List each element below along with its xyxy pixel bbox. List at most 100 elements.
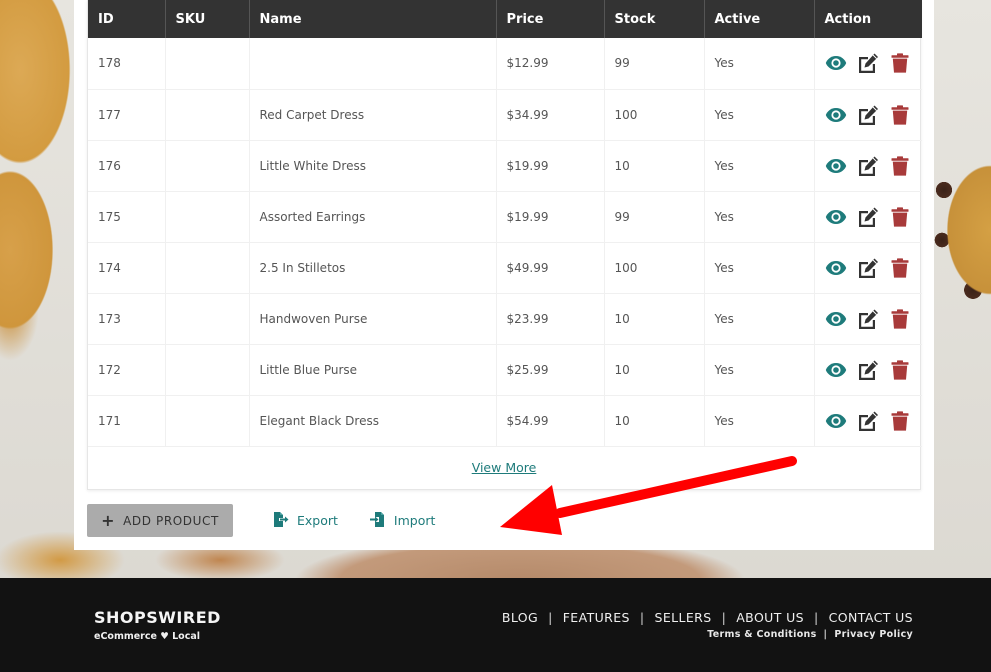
cell-price: $49.99 [496, 242, 605, 294]
eye-icon[interactable] [825, 52, 849, 74]
footer-link-terms[interactable]: Terms & Conditions [707, 629, 816, 640]
trash-icon[interactable] [888, 52, 912, 74]
view-more-row: View More [88, 447, 920, 489]
trash-icon[interactable] [888, 359, 912, 381]
view-more-link[interactable]: View More [472, 460, 537, 475]
legal-separator: | [823, 629, 828, 640]
cell-id: 178 [88, 38, 166, 90]
cell-active: Yes [704, 242, 815, 294]
products-table: ID SKU Name Price Stock Active Action 17… [88, 0, 922, 447]
table-row: 174 2.5 In Stilletos $49.99 100 Yes [88, 242, 922, 294]
column-header-active[interactable]: Active [704, 0, 815, 38]
edit-icon[interactable] [856, 52, 880, 74]
edit-icon[interactable] [856, 104, 880, 126]
cell-price: $12.99 [496, 38, 605, 90]
table-row: 176 Little White Dress $19.99 10 Yes [88, 140, 922, 192]
trash-icon[interactable] [888, 104, 912, 126]
cell-active: Yes [704, 395, 815, 447]
footer-nav: BLOG | FEATURES | SELLERS | ABOUT US | C… [502, 610, 913, 625]
export-label: Export [297, 513, 338, 528]
cell-id: 177 [88, 89, 166, 141]
eye-icon[interactable] [825, 104, 849, 126]
cell-stock: 99 [604, 38, 705, 90]
eye-icon[interactable] [825, 410, 849, 432]
table-row: 173 Handwoven Purse $23.99 10 Yes [88, 293, 922, 345]
cell-stock: 10 [604, 140, 705, 192]
cell-active: Yes [704, 191, 815, 243]
eye-icon[interactable] [825, 308, 849, 330]
heart-icon: ♥ [160, 631, 169, 642]
footer-brand[interactable]: SHOPSWIRED [94, 608, 221, 627]
cell-stock: 10 [604, 395, 705, 447]
column-header-stock[interactable]: Stock [604, 0, 705, 38]
trash-icon[interactable] [888, 308, 912, 330]
table-row: 175 Assorted Earrings $19.99 99 Yes [88, 191, 922, 243]
cell-price: $19.99 [496, 140, 605, 192]
nav-separator: | [721, 610, 727, 625]
row-actions [825, 52, 913, 74]
column-header-name[interactable]: Name [249, 0, 497, 38]
eye-icon[interactable] [825, 155, 849, 177]
eye-icon[interactable] [825, 359, 849, 381]
row-actions [825, 410, 913, 432]
trash-icon[interactable] [888, 206, 912, 228]
cell-name: Handwoven Purse [249, 293, 497, 345]
eye-icon[interactable] [825, 206, 849, 228]
column-header-id[interactable]: ID [88, 0, 166, 38]
row-actions [825, 104, 913, 126]
tagline-right: Local [172, 631, 200, 642]
footer-link-privacy[interactable]: Privacy Policy [834, 629, 913, 640]
edit-icon[interactable] [856, 359, 880, 381]
footer-link-about-us[interactable]: ABOUT US [736, 610, 804, 625]
footer-link-sellers[interactable]: SELLERS [655, 610, 712, 625]
cell-active: Yes [704, 344, 815, 396]
edit-icon[interactable] [856, 257, 880, 279]
cell-active: Yes [704, 38, 815, 90]
cell-id: 173 [88, 293, 166, 345]
import-button[interactable]: Import [369, 511, 436, 530]
tagline-left: eCommerce [94, 631, 157, 642]
nav-separator: | [639, 610, 645, 625]
footer-link-blog[interactable]: BLOG [502, 610, 538, 625]
table-row: 177 Red Carpet Dress $34.99 100 Yes [88, 89, 922, 141]
trash-icon[interactable] [888, 155, 912, 177]
cell-action [814, 191, 922, 243]
trash-icon[interactable] [888, 410, 912, 432]
row-actions [825, 155, 913, 177]
edit-icon[interactable] [856, 155, 880, 177]
cell-sku [165, 293, 250, 345]
eye-icon[interactable] [825, 257, 849, 279]
cell-price: $23.99 [496, 293, 605, 345]
table-row: 178 $12.99 99 Yes [88, 38, 922, 90]
cell-sku [165, 38, 250, 90]
site-footer: SHOPSWIRED eCommerce ♥ Local BLOG | FEAT… [0, 578, 991, 672]
cell-active: Yes [704, 140, 815, 192]
cell-id: 172 [88, 344, 166, 396]
footer-link-features[interactable]: FEATURES [563, 610, 630, 625]
plus-icon: + [101, 511, 116, 530]
footer-link-contact-us[interactable]: CONTACT US [829, 610, 913, 625]
footer-tagline: eCommerce ♥ Local [94, 631, 200, 642]
file-export-icon [273, 511, 289, 530]
cell-price: $25.99 [496, 344, 605, 396]
nav-separator: | [814, 610, 819, 625]
import-label: Import [393, 513, 436, 528]
add-product-button[interactable]: + ADD PRODUCT [87, 504, 233, 537]
column-header-price[interactable]: Price [496, 0, 605, 38]
file-import-icon [369, 511, 386, 530]
cell-id: 174 [88, 242, 166, 294]
cell-id: 171 [88, 395, 166, 447]
table-row: 171 Elegant Black Dress $54.99 10 Yes [88, 395, 922, 447]
cell-action [814, 395, 922, 447]
trash-icon[interactable] [888, 257, 912, 279]
cell-sku [165, 140, 250, 192]
row-actions [825, 359, 913, 381]
export-button[interactable]: Export [273, 511, 338, 530]
cell-sku [165, 344, 250, 396]
edit-icon[interactable] [856, 206, 880, 228]
edit-icon[interactable] [856, 410, 880, 432]
column-header-sku[interactable]: SKU [165, 0, 250, 38]
edit-icon[interactable] [856, 308, 880, 330]
cell-action [814, 293, 922, 345]
cell-action [814, 140, 922, 192]
